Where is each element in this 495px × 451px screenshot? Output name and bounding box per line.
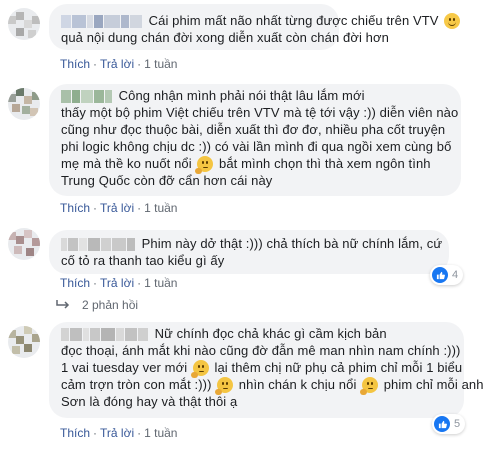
timestamp[interactable]: 1 tuần — [144, 57, 177, 71]
comment-bubble: Nữ chính đọc chả khác gì cầm kịch bản đọ… — [49, 322, 483, 418]
timestamp[interactable]: 1 tuần — [144, 276, 177, 290]
comment-text-line: bắt mình chọn thì thà xem ngôn tình — [218, 156, 431, 171]
comment-text-line: lại thêm chị nữ phụ cả phim chỉ mỗi 1 bi… — [214, 360, 463, 375]
thinking-emoji-icon — [195, 155, 214, 174]
comment-text-line: Trung Quốc còn đỡ cẩn hơn cái này — [61, 173, 273, 188]
comment-text-line: quả nội dung chán đời xong diễn xuất còn… — [61, 30, 389, 45]
comment-text-line: phi logic không chịu dc :)) có vài lần m… — [61, 139, 452, 154]
comment-text-line: Công nhận mình phải nói thật lâu lắm mới — [118, 88, 365, 103]
comment-text-line: mẹ mà thề ko nuốt nổi — [61, 156, 192, 171]
reaction-number: 5 — [454, 418, 461, 430]
avatar[interactable] — [8, 326, 40, 358]
reply-arrow-icon — [56, 300, 70, 310]
comment-text-line: Sơn là đóng hay và thật thôi ạ — [61, 394, 238, 409]
thumbs-up-icon — [434, 416, 450, 432]
smile-emoji-icon — [444, 12, 461, 29]
comment-actions: Thích · Trả lời · 1 tuần — [60, 201, 178, 215]
comment-text-line: Cái phim mất não nhất từng được chiếu tr… — [148, 13, 439, 28]
blurred-username[interactable] — [61, 90, 113, 104]
reply-link[interactable]: Trả lời — [100, 57, 134, 71]
comment-text-line: phim chỉ mỗi anh — [383, 377, 484, 392]
reaction-number: 4 — [452, 269, 459, 281]
like-link[interactable]: Thích — [60, 57, 90, 71]
thinking-emoji-icon — [190, 359, 209, 378]
like-link[interactable]: Thích — [60, 426, 90, 440]
reaction-count[interactable]: 5 — [432, 414, 466, 434]
like-link[interactable]: Thích — [60, 276, 90, 290]
timestamp[interactable]: 1 tuần — [144, 426, 177, 440]
view-replies-link[interactable]: 2 phản hồi — [56, 298, 138, 312]
comment-bubble: Công nhận mình phải nói thật lâu lắm mới… — [49, 84, 461, 196]
reply-link[interactable]: Trả lời — [100, 426, 134, 440]
avatar[interactable] — [8, 228, 40, 260]
comment-text-line: Phim này dở thật :))) chả thích bà nữ ch… — [141, 236, 443, 251]
comment-text-line: cố tỏ ra thanh tao kiểu gì ấy — [61, 253, 225, 268]
avatar[interactable] — [8, 8, 40, 40]
blurred-username[interactable] — [61, 328, 149, 342]
comment-bubble: Phim này dở thật :))) chả thích bà nữ ch… — [49, 230, 449, 274]
comment-text-line: thấy một bộ phim Việt chiếu trên VTV mà … — [61, 105, 459, 120]
like-link[interactable]: Thích — [60, 201, 90, 215]
blurred-username[interactable] — [61, 15, 143, 29]
comment-text-line: 1 vai tuesday ver mới — [61, 360, 188, 375]
comment-bubble: Cái phim mất não nhất từng được chiếu tr… — [49, 4, 461, 50]
comment-actions: Thích · Trả lời · 1 tuần — [60, 426, 178, 440]
reply-link[interactable]: Trả lời — [100, 201, 134, 215]
comment-text-line: Nữ chính đọc chả khác gì cầm kịch bản — [154, 326, 387, 341]
thinking-emoji-icon — [215, 376, 234, 395]
comment-text-line: đọc thoại, ánh mắt khi nào cũng đờ đẫn m… — [61, 343, 461, 358]
reaction-count[interactable]: 4 — [430, 265, 464, 285]
thinking-emoji-icon — [360, 376, 379, 395]
avatar[interactable] — [8, 88, 40, 120]
comment-text-line: cảm trợn tròn con mắt :))) — [61, 377, 212, 392]
blurred-username[interactable] — [61, 238, 136, 252]
reply-link[interactable]: Trả lời — [100, 276, 134, 290]
comment-actions: Thích · Trả lời · 1 tuần — [60, 57, 178, 71]
comment-text-line: nhìn chán k chịu nổi — [238, 377, 357, 392]
replies-count-label: 2 phản hồi — [82, 298, 139, 312]
thumbs-up-icon — [432, 267, 448, 283]
comment-actions: Thích · Trả lời · 1 tuần — [60, 276, 178, 290]
timestamp[interactable]: 1 tuần — [144, 201, 177, 215]
comment-text-line: cũng như đọc thuộc bài, diễn xuất thì đơ… — [61, 122, 446, 137]
